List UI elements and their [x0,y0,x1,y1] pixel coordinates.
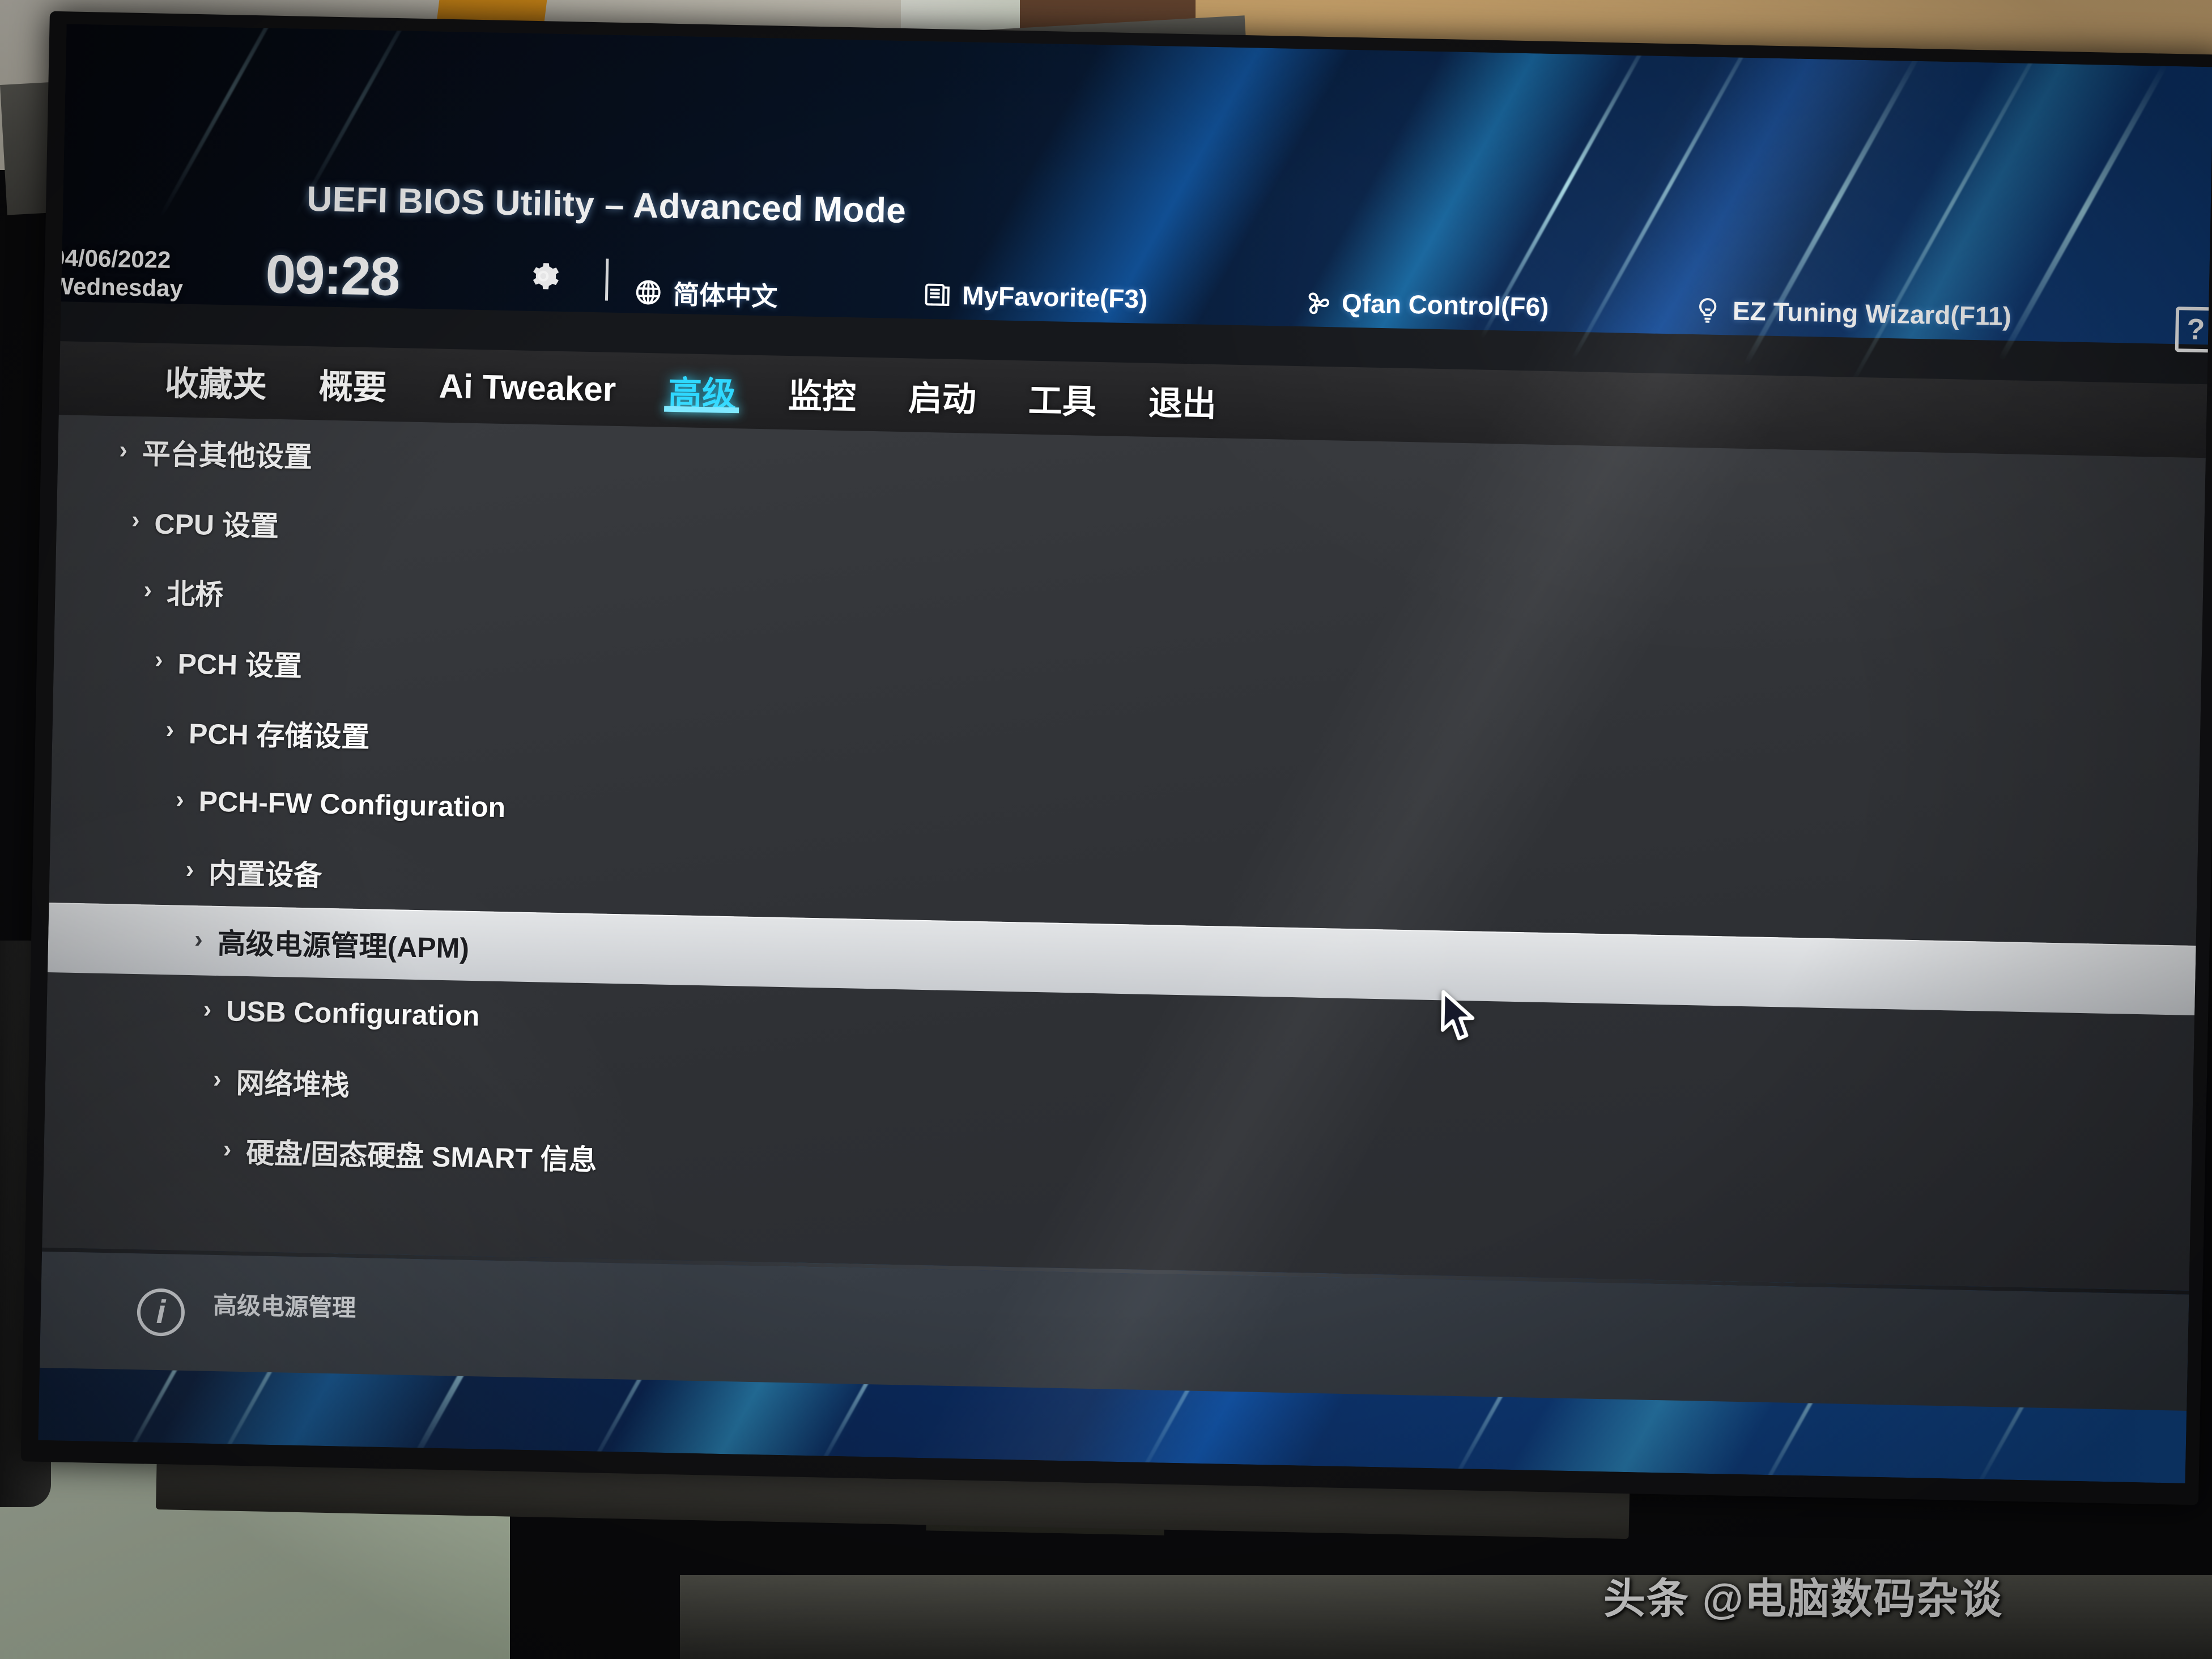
menu-item-label: 高级电源管理(APM) [217,927,470,964]
monitor: UEFI BIOS Utility – Advanced Mode 04/06/… [19,11,2212,1613]
date-value: 04/06/2022 [51,244,171,274]
bios-screen: UEFI BIOS Utility – Advanced Mode 04/06/… [38,24,2212,1483]
chevron-right-icon: › [118,435,128,464]
watermark: 头条 @电脑数码杂谈 [1603,1575,2003,1622]
chevron-right-icon: › [203,994,212,1023]
tab-advanced[interactable]: 高级 [641,365,763,416]
tab-favorites[interactable]: 收藏夹 [138,355,293,407]
globe-icon [633,277,663,307]
chevron-right-icon: › [194,925,203,953]
chevron-right-icon: › [175,785,185,814]
tab-monitor[interactable]: 监控 [762,368,883,419]
chevron-right-icon: › [154,645,164,674]
header-item-label: EZ Tuning Wizard(F11) [1732,296,2012,331]
system-date: 04/06/2022 Wednesday [51,244,250,304]
header-item-ez-tuning-wizard[interactable]: EZ Tuning Wizard(F11) [1692,295,2011,331]
header-item-myfavorite[interactable]: MyFavorite(F3) [922,279,1148,314]
advanced-menu-list: › 平台其他设置 › CPU 设置 › 北桥 › PCH 设置 › PCH 存储… [42,415,2206,1291]
monitor-bezel: UEFI BIOS Utility – Advanced Mode 04/06/… [20,11,2212,1505]
header-item-label: Qfan Control(F6) [1341,288,1549,322]
menu-item-label: 内置设备 [208,857,322,892]
photo-of-monitor: UEFI BIOS Utility – Advanced Mode 04/06/… [0,0,2212,1659]
menu-item-label: PCH 存储设置 [188,717,371,753]
chevron-right-icon: › [223,1134,232,1163]
menu-item-label: PCH-FW Configuration [198,785,506,823]
menu-item-label: PCH 设置 [177,647,303,682]
mouse-cursor [1437,989,1478,1044]
menu-item-label: 硬盘/固态硬盘 SMART 信息 [245,1137,598,1176]
system-time: 09:28 [265,244,400,308]
tab-tool[interactable]: 工具 [1002,372,1123,424]
fan-icon [1302,287,1332,317]
bulb-icon [1692,295,1722,325]
menu-item-label: USB Configuration [226,994,480,1032]
chevron-right-icon: › [165,715,175,743]
header-item-language[interactable]: 简体中文 [633,273,778,313]
gear-icon[interactable] [526,259,560,293]
chevron-right-icon: › [185,855,194,883]
menu-item-label: 平台其他设置 [142,437,313,473]
tab-exit[interactable]: 退出 [1122,375,1243,426]
menu-item-label: 网络堆栈 [236,1067,350,1101]
menu-item-label: CPU 设置 [154,508,279,542]
chevron-right-icon: › [143,575,152,604]
header-item-label: MyFavorite(F3) [962,280,1148,314]
tab-boot[interactable]: 启动 [882,370,1003,422]
info-icon: i [137,1287,185,1337]
weekday-value: Wednesday [50,272,184,302]
help-text: 高级电源管理 [212,1291,356,1322]
header-item-qfan-control[interactable]: Qfan Control(F6) [1302,287,1549,322]
tab-main[interactable]: 概要 [292,358,414,410]
chevron-right-icon: › [131,505,141,534]
chevron-right-icon: › [212,1065,222,1093]
help-button[interactable]: ? [2175,307,2212,353]
tab-ai-tweaker[interactable]: Ai Tweaker [412,365,643,409]
favorite-icon [922,280,952,310]
header-item-label: 简体中文 [673,279,778,312]
menu-item-label: 北桥 [166,577,224,611]
